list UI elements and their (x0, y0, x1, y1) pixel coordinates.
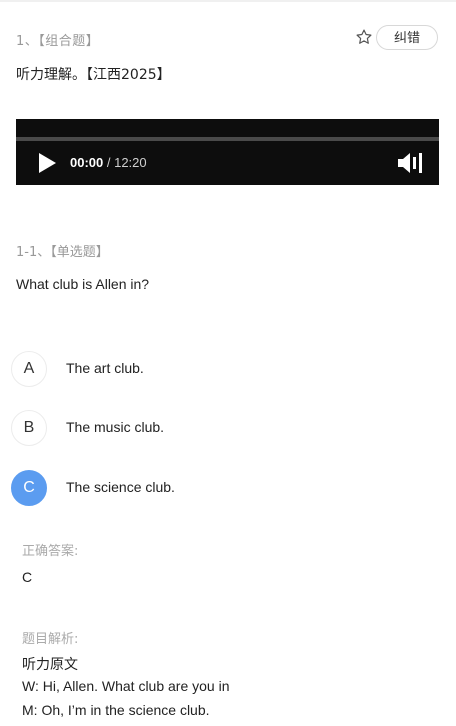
transcript-line: M: Oh, I’m in the science club. (22, 702, 210, 718)
question-header: 1、【组合题】 (16, 34, 100, 49)
audio-total-time: 12:20 (114, 155, 147, 170)
audio-time: 00:00 / 12:20 (70, 155, 147, 170)
analysis-title: 听力原文 (22, 657, 78, 673)
audio-progress-track[interactable] (16, 137, 439, 141)
option-letter-b: B (11, 410, 47, 446)
option-c[interactable]: C The science club. (11, 470, 441, 508)
audio-player: 00:00 / 12:20 (16, 119, 439, 185)
question-stem: 听力理解。【江西2025】 (16, 67, 171, 83)
report-error-button[interactable]: 纠错 (376, 25, 438, 50)
option-a[interactable]: A The art club. (11, 351, 441, 389)
star-icon[interactable] (355, 28, 373, 46)
correct-answer-label: 正确答案: (22, 544, 79, 559)
option-letter-c: C (11, 470, 47, 506)
option-b[interactable]: B The music club. (11, 410, 441, 448)
top-divider (0, 0, 456, 2)
sub-question-text: What club is Allen in? (16, 276, 150, 292)
analysis-label: 题目解析: (22, 632, 79, 647)
option-text-c: The science club. (66, 479, 175, 495)
sub-question-header: 1-1、【单选题】 (16, 245, 109, 260)
play-icon[interactable] (36, 152, 58, 174)
correct-answer-value: C (22, 569, 33, 585)
option-text-a: The art club. (66, 360, 144, 376)
audio-time-separator: / (103, 155, 115, 170)
transcript-line: W: Hi, Allen. What club are you in (22, 678, 230, 694)
option-text-b: The music club. (66, 419, 165, 435)
option-letter-a: A (11, 351, 47, 387)
audio-current-time: 00:00 (70, 155, 104, 170)
volume-icon[interactable] (397, 152, 423, 174)
